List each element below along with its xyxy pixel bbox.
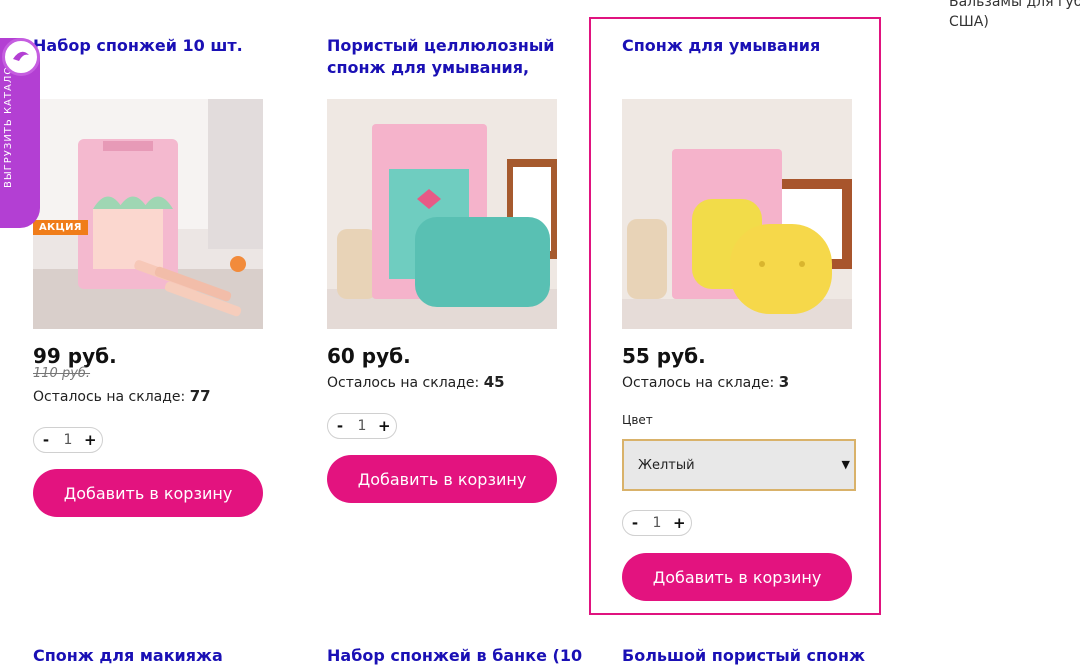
quantity-value[interactable]: 1 <box>64 432 73 448</box>
quantity-value[interactable]: 1 <box>358 418 367 434</box>
stock-value: 45 <box>483 373 505 391</box>
catalog-icon[interactable] <box>2 38 40 76</box>
product-title[interactable]: Набор спонжей 10 шт. <box>33 35 273 57</box>
minus-button[interactable]: - <box>334 417 346 435</box>
product-title[interactable]: Спонж для умывания <box>622 35 862 57</box>
stock-value: 3 <box>778 373 790 391</box>
quantity-stepper: - 1 + <box>33 427 103 453</box>
product-price: 55 руб. <box>622 344 706 368</box>
product-title[interactable]: Пористый целлюлозный спонж для умывания, <box>327 35 567 79</box>
sale-badge: АКЦИЯ <box>33 220 88 235</box>
minus-button[interactable]: - <box>40 431 52 449</box>
plus-button[interactable]: + <box>673 514 686 532</box>
color-label: Цвет <box>622 413 653 427</box>
product-price: 60 руб. <box>327 344 411 368</box>
sidebar-category-line1: Бальзамы для губ ( <box>949 0 1080 10</box>
sidebar-category-line2: США) <box>949 14 989 30</box>
sidebar-category-link[interactable]: Бальзамы для губ ( США) <box>949 0 1080 32</box>
product-title[interactable]: Большой пористый спонж <box>622 646 865 665</box>
stock-label: Осталось на складе: <box>622 375 775 391</box>
plus-button[interactable]: + <box>84 431 97 449</box>
product-image[interactable] <box>327 99 557 329</box>
color-select-value: Желтый <box>638 457 695 473</box>
add-to-cart-button[interactable]: Добавить в корзину <box>622 553 852 601</box>
color-select[interactable]: Желтый ▼ <box>622 439 856 491</box>
stock-info: Осталось на складе: 3 <box>622 373 789 391</box>
product-title[interactable]: Набор спонжей в банке (10 <box>327 646 582 665</box>
product-image[interactable] <box>622 99 852 329</box>
quantity-value[interactable]: 1 <box>653 515 662 531</box>
stock-info: Осталось на складе: 77 <box>33 387 211 405</box>
product-price: 99 руб. <box>33 344 117 368</box>
product-image[interactable] <box>33 99 263 329</box>
quantity-stepper: - 1 + <box>327 413 397 439</box>
add-to-cart-button[interactable]: Добавить в корзину <box>327 455 557 503</box>
plus-button[interactable]: + <box>378 417 391 435</box>
add-to-cart-button[interactable]: Добавить в корзину <box>33 469 263 517</box>
dropdown-arrow-icon: ▼ <box>841 458 850 471</box>
stock-value: 77 <box>189 387 211 405</box>
stock-info: Осталось на складе: 45 <box>327 373 505 391</box>
product-old-price: 110 руб. <box>33 366 91 381</box>
minus-button[interactable]: - <box>629 514 641 532</box>
catalog-export-label: ВЫГРУЗИТЬ КАТАЛОГ <box>3 58 14 188</box>
stock-label: Осталось на складе: <box>327 375 480 391</box>
stock-label: Осталось на складе: <box>33 389 186 405</box>
quantity-stepper: - 1 + <box>622 510 692 536</box>
product-title[interactable]: Спонж для макияжа <box>33 646 223 665</box>
